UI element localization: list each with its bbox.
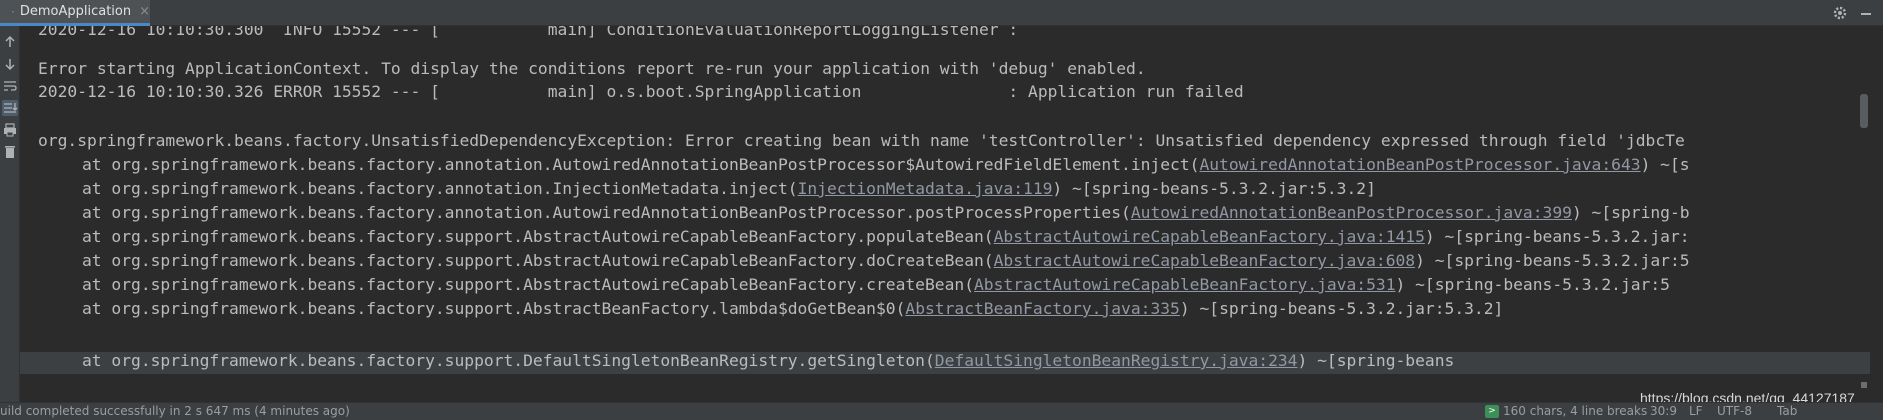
stack-frame-text: at org.springframework.beans.factory.ann… — [82, 203, 1131, 222]
down-button[interactable] — [2, 56, 18, 72]
print-button[interactable] — [2, 122, 18, 138]
print-icon — [4, 123, 16, 137]
minimize-icon — [1861, 13, 1871, 15]
arrow-up-icon — [5, 35, 15, 47]
stack-trace-line: at org.springframework.beans.factory.ann… — [38, 179, 1376, 199]
hide-window-button[interactable] — [1858, 0, 1874, 26]
scroll-marker — [1861, 382, 1867, 388]
stack-frame-suffix: ) ~[spring-beans-5.3.2.jar:5.3.2] — [1179, 299, 1504, 318]
stack-frame-suffix: ) ~[spring-beans-5.3.2.jar:5.3.2] — [1052, 179, 1376, 198]
soft-wrap-icon — [4, 81, 17, 91]
application-icon — [12, 10, 14, 13]
status-bar: uild completed successfully in 2 s 647 m… — [0, 402, 1883, 420]
up-button[interactable] — [2, 34, 18, 50]
stack-trace-line: at org.springframework.beans.factory.sup… — [38, 275, 1670, 295]
stack-trace-line: at org.springframework.beans.factory.sup… — [38, 299, 1503, 319]
source-link[interactable]: AbstractAutowireCapableBeanFactory.java:… — [974, 275, 1396, 294]
stack-trace-line: at org.springframework.beans.factory.ann… — [38, 155, 1690, 175]
stack-trace-line: at org.springframework.beans.factory.ann… — [38, 203, 1690, 223]
stack-frame-suffix: ) ~[spring-beans — [1297, 351, 1455, 370]
error-message-line: Error starting ApplicationContext. To di… — [38, 59, 1146, 78]
arrow-down-icon — [5, 59, 15, 71]
run-tab-demoapplication[interactable]: DemoApplication × — [0, 0, 150, 26]
console-toolbar — [0, 26, 20, 402]
selection-info[interactable]: 160 chars, 4 line breaks — [1503, 404, 1647, 418]
console-line-partial: 2020-12-16 10:10:30.300 INFO 15552 --- [… — [38, 26, 1019, 39]
stack-frame-text: at org.springframework.beans.factory.sup… — [82, 275, 974, 294]
scroll-to-end-button[interactable] — [2, 100, 18, 116]
line-separator[interactable]: LF — [1689, 404, 1703, 418]
clear-all-button[interactable] — [2, 144, 18, 160]
source-link[interactable]: AutowiredAnnotationBeanPostProcessor.jav… — [1131, 203, 1572, 222]
trash-icon — [5, 146, 15, 158]
stack-frame-text: at org.springframework.beans.factory.ann… — [82, 155, 1200, 174]
caret-position[interactable]: 30:9 — [1650, 404, 1677, 418]
stack-frame-text: at org.springframework.beans.factory.ann… — [82, 179, 798, 198]
settings-button[interactable] — [1832, 0, 1848, 26]
stack-frame-text: at org.springframework.beans.factory.sup… — [82, 351, 935, 370]
stack-frame-suffix: ) ~[s — [1640, 155, 1690, 174]
scroll-to-end-icon — [4, 103, 18, 113]
source-link[interactable]: AbstractAutowireCapableBeanFactory.java:… — [994, 227, 1425, 246]
file-encoding[interactable]: UTF-8 — [1717, 404, 1752, 418]
stack-frame-suffix: ) ~[spring-beans-5.3.2.jar: — [1424, 227, 1690, 246]
stack-frame-suffix: ) ~[spring-beans-5.3.2.jar:5 — [1395, 275, 1670, 294]
error-log-line: 2020-12-16 10:10:30.326 ERROR 15552 --- … — [38, 82, 1244, 101]
source-link[interactable]: AbstractBeanFactory.java:335 — [905, 299, 1179, 318]
stack-frame-text: at org.springframework.beans.factory.sup… — [82, 227, 994, 246]
source-link[interactable]: InjectionMetadata.java:119 — [798, 179, 1053, 198]
run-tool-window-header: DemoApplication × — [0, 0, 1883, 26]
exception-line: org.springframework.beans.factory.Unsati… — [38, 131, 1685, 150]
source-link[interactable]: DefaultSingletonBeanRegistry.java:234 — [935, 351, 1298, 370]
stack-frame-suffix: ) ~[spring-beans-5.3.2.jar:5 — [1415, 251, 1690, 270]
vertical-scrollbar-thumb[interactable] — [1860, 94, 1868, 128]
soft-wrap-button[interactable] — [2, 78, 18, 94]
close-tab-button[interactable]: × — [139, 4, 150, 19]
build-status-message[interactable]: uild completed successfully in 2 s 647 m… — [0, 404, 350, 418]
terminal-icon[interactable]: > — [1485, 405, 1499, 418]
stack-frame-suffix: ) ~[spring-b — [1571, 203, 1690, 222]
source-link[interactable]: AbstractAutowireCapableBeanFactory.java:… — [994, 251, 1416, 270]
stack-frame-text: at org.springframework.beans.factory.sup… — [82, 251, 994, 270]
stack-frame-text: at org.springframework.beans.factory.sup… — [82, 299, 906, 318]
stack-trace-line: at org.springframework.beans.factory.sup… — [38, 251, 1690, 271]
stack-trace-line: at org.springframework.beans.factory.sup… — [38, 351, 1454, 371]
indent-setting[interactable]: Tab — [1777, 404, 1797, 418]
run-tab-label: DemoApplication — [19, 4, 132, 19]
source-link[interactable]: AutowiredAnnotationBeanPostProcessor.jav… — [1199, 155, 1640, 174]
gear-icon — [1833, 6, 1847, 20]
console-output[interactable]: 2020-12-16 10:10:30.300 INFO 15552 --- [… — [20, 26, 1870, 402]
stack-trace-line: at org.springframework.beans.factory.sup… — [38, 227, 1690, 247]
